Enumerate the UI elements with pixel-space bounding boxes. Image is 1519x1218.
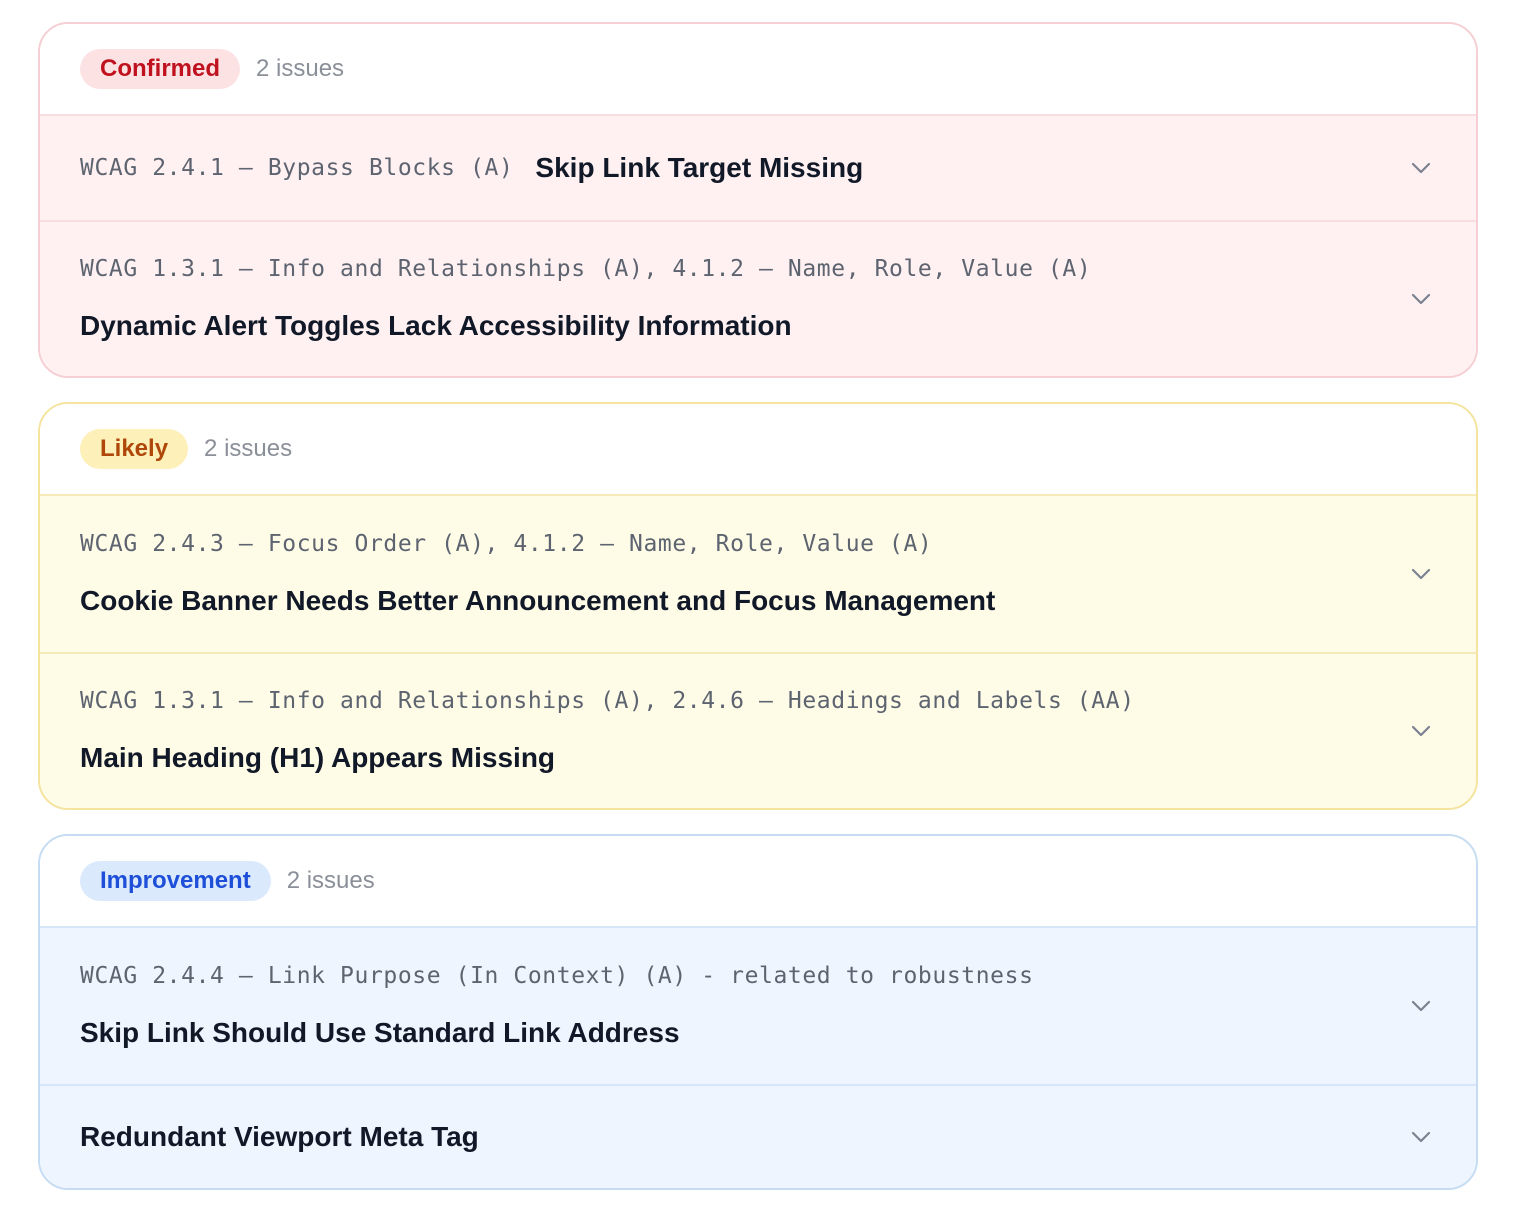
issue-count: 2 issues <box>286 867 375 894</box>
issue-group-improvement: Improvement 2 issues WCAG 2.4.4 — Link P… <box>38 834 1478 1190</box>
wcag-criteria: WCAG 2.4.4 — Link Purpose (In Context) (… <box>80 963 1034 989</box>
issue-row[interactable]: WCAG 2.4.3 — Focus Order (A), 4.1.2 — Na… <box>40 494 1476 652</box>
chevron-down-icon[interactable] <box>1410 720 1432 742</box>
wcag-criteria: WCAG 1.3.1 — Info and Relationships (A),… <box>80 256 1092 282</box>
issue-row[interactable]: WCAG 2.4.1 — Bypass Blocks (A) Skip Link… <box>40 114 1476 220</box>
group-header: Improvement 2 issues <box>40 836 1476 926</box>
severity-badge: Improvement <box>80 861 271 901</box>
wcag-criteria: WCAG 1.3.1 — Info and Relationships (A),… <box>80 688 1135 714</box>
chevron-down-icon[interactable] <box>1410 1126 1432 1148</box>
severity-badge: Likely <box>80 429 189 469</box>
wcag-criteria: WCAG 2.4.3 — Focus Order (A), 4.1.2 — Na… <box>80 531 933 557</box>
issue-title: Dynamic Alert Toggles Lack Accessibility… <box>80 310 792 341</box>
issue-group-confirmed: Confirmed 2 issues WCAG 2.4.1 — Bypass B… <box>38 22 1478 378</box>
issue-count: 2 issues <box>256 55 345 82</box>
issue-group-likely: Likely 2 issues WCAG 2.4.3 — Focus Order… <box>38 402 1478 810</box>
issue-row[interactable]: WCAG 1.3.1 — Info and Relationships (A),… <box>40 220 1476 376</box>
wcag-criteria: WCAG 2.4.1 — Bypass Blocks (A) <box>80 155 514 181</box>
chevron-down-icon[interactable] <box>1410 563 1432 585</box>
chevron-down-icon[interactable] <box>1410 995 1432 1017</box>
issue-title: Skip Link Target Missing <box>535 152 864 183</box>
chevron-down-icon[interactable] <box>1410 157 1432 179</box>
severity-badge: Confirmed <box>80 49 240 89</box>
issue-title: Cookie Banner Needs Better Announcement … <box>80 585 996 616</box>
issue-row[interactable]: WCAG 2.4.4 — Link Purpose (In Context) (… <box>40 926 1476 1084</box>
issue-row[interactable]: Redundant Viewport Meta Tag <box>40 1084 1476 1188</box>
group-header: Confirmed 2 issues <box>40 24 1476 114</box>
issue-count: 2 issues <box>204 435 293 462</box>
issue-title: Skip Link Should Use Standard Link Addre… <box>80 1017 680 1048</box>
issue-title: Main Heading (H1) Appears Missing <box>80 742 556 773</box>
group-header: Likely 2 issues <box>40 404 1476 494</box>
issue-title: Redundant Viewport Meta Tag <box>80 1121 479 1152</box>
issue-row[interactable]: WCAG 1.3.1 — Info and Relationships (A),… <box>40 652 1476 808</box>
chevron-down-icon[interactable] <box>1410 288 1432 310</box>
